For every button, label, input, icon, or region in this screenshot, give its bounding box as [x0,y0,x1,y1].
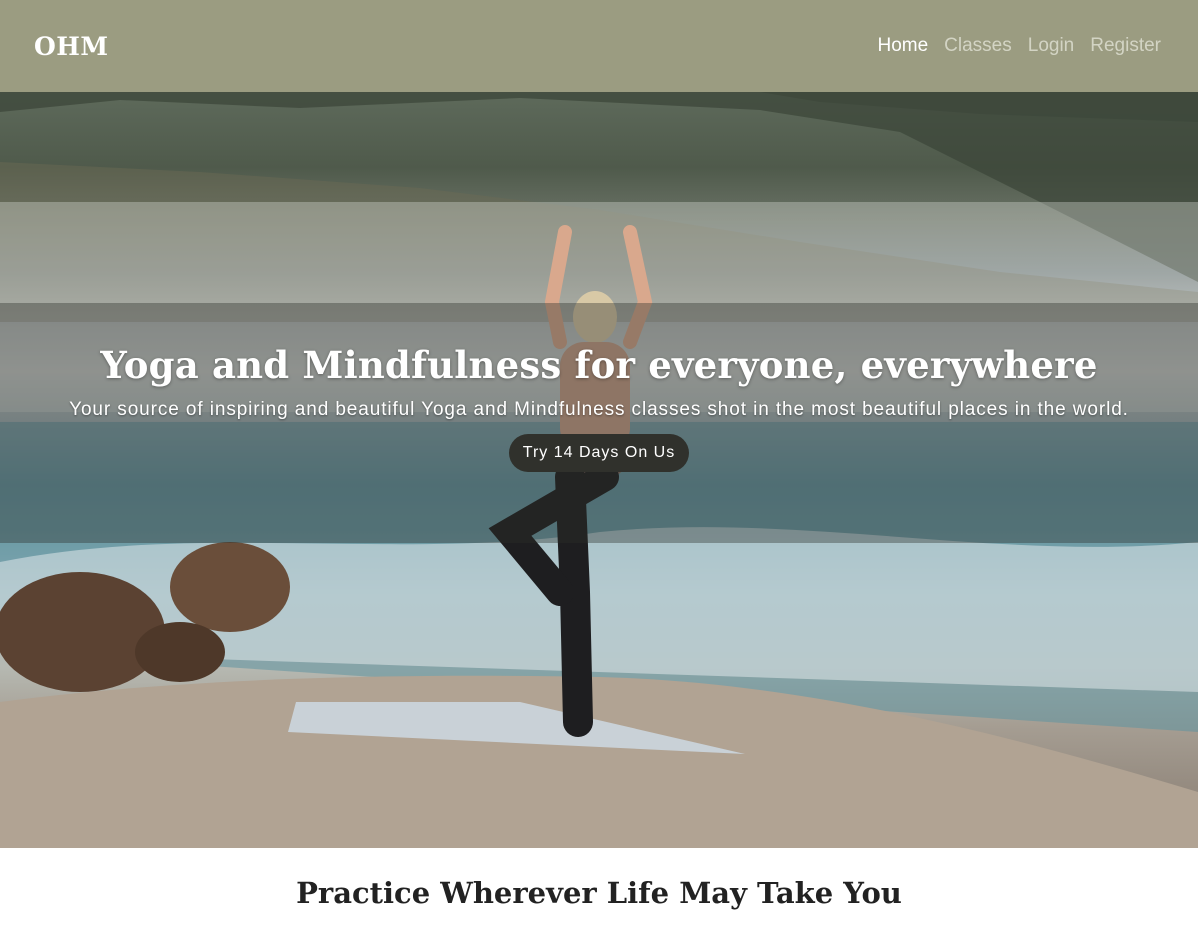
rock-left [0,572,165,692]
nav-links: Home Classes Login Register [877,35,1161,57]
nav-link-register[interactable]: Register [1090,35,1161,57]
navbar: OHM Home Classes Login Register [0,0,1198,92]
brand-logo[interactable]: OHM [34,32,109,61]
try-free-button[interactable]: Try 14 Days On Us [508,434,690,472]
rock-large [170,542,290,632]
nav-link-home[interactable]: Home [877,35,928,57]
rock-mid [135,622,225,682]
hero-subtitle: Your source of inspiring and beautiful Y… [69,399,1129,420]
hero-title: Yoga and Mindfulness for everyone, every… [100,343,1098,387]
hero: Yoga and Mindfulness for everyone, every… [0,92,1198,848]
nav-link-classes[interactable]: Classes [944,35,1012,57]
nav-link-login[interactable]: Login [1028,35,1075,57]
hero-overlay: Yoga and Mindfulness for everyone, every… [0,303,1198,543]
section-title: Practice Wherever Life May Take You [296,876,902,910]
